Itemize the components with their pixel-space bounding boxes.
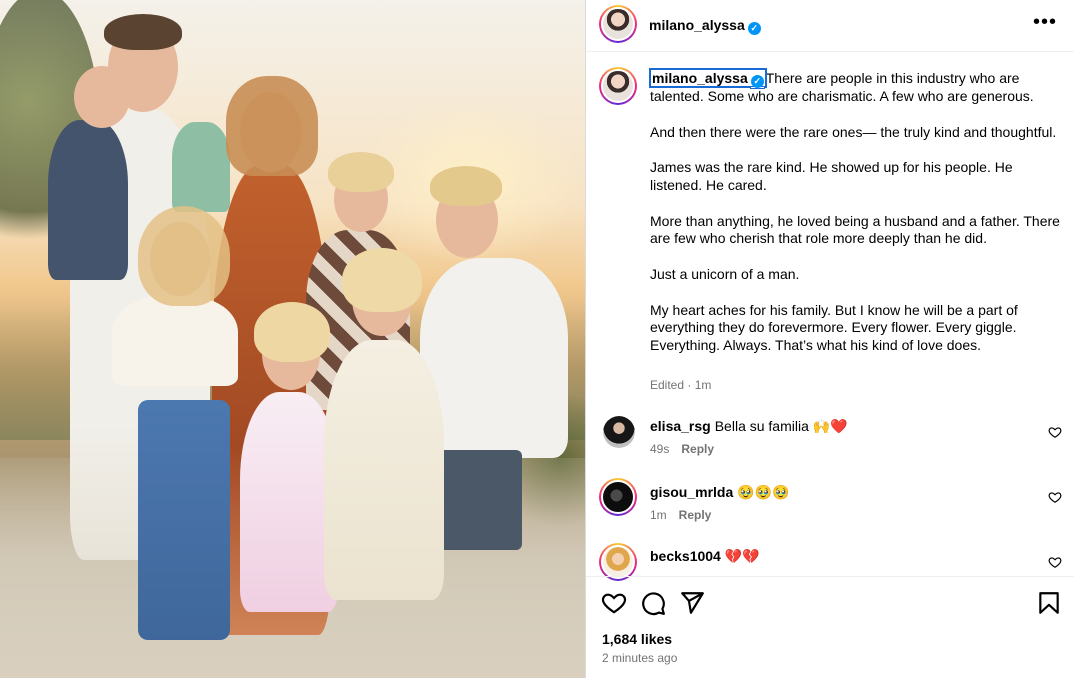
- comment-like-heart-icon[interactable]: [1048, 490, 1062, 504]
- post-sidebar: milano_alyssa ✓ ••• milano_alyssa ✓ There a…: [585, 0, 1074, 678]
- comment-username[interactable]: becks1004: [650, 548, 721, 564]
- hair-girl-argyle: [328, 152, 394, 192]
- author-username-text[interactable]: milano_alyssa: [649, 17, 745, 33]
- figure-girl-lace: [324, 340, 444, 600]
- likes-count[interactable]: 1,684 likes: [602, 631, 672, 647]
- hair-father: [104, 14, 182, 50]
- author-username[interactable]: milano_alyssa ✓: [649, 17, 761, 35]
- verified-badge-icon: ✓: [747, 22, 761, 35]
- more-options-icon[interactable]: •••: [1033, 12, 1057, 32]
- comment-like-heart-icon[interactable]: [1048, 555, 1062, 569]
- reply-button[interactable]: Reply: [681, 442, 714, 456]
- caption-paragraph: James was the rare kind. He showed up fo…: [650, 159, 1013, 193]
- caption-paragraph: Just a unicorn of a man.: [650, 265, 800, 282]
- post-header: milano_alyssa ✓ •••: [586, 0, 1074, 52]
- verified-badge-icon: ✓: [750, 75, 764, 88]
- hair-toddler-pink: [254, 302, 330, 362]
- author-avatar[interactable]: [599, 5, 637, 43]
- girl-left-jeans: [138, 400, 230, 640]
- figure-baby: [48, 120, 128, 280]
- caption-paragraph: My heart aches for his family. But I kno…: [650, 301, 1018, 354]
- post-caption: milano_alyssa ✓ There are people in this i…: [649, 68, 1060, 373]
- comment-time: 49s: [650, 442, 670, 456]
- scarf-green: [172, 122, 230, 212]
- hair-mother: [226, 76, 318, 176]
- comment-item: elisa_rsg Bella su familia 🙌❤️ 49s Reply: [586, 418, 1074, 478]
- post-photo[interactable]: [0, 0, 585, 678]
- comment-time: 1m: [650, 508, 667, 522]
- comment-item: becks1004 💔💔: [586, 548, 1074, 576]
- comment-item: gisou_mrlda 🥹🥹🥹 1m Reply: [586, 484, 1074, 544]
- comment-text: becks1004 💔💔: [650, 548, 760, 564]
- head-baby: [74, 66, 130, 128]
- comment-text: elisa_rsg Bella su familia 🙌❤️: [650, 418, 848, 434]
- comment-text: gisou_mrlda 🥹🥹🥹: [650, 484, 790, 500]
- post-actions: 1,684 likes 2 minutes ago: [586, 576, 1074, 678]
- comment-meta: 1m Reply: [650, 508, 711, 522]
- post-timestamp: 2 minutes ago: [602, 651, 678, 665]
- share-icon[interactable]: [679, 590, 705, 616]
- comment-meta: 49s Reply: [650, 442, 714, 456]
- caption-paragraph: And then there were the rare ones— the t…: [650, 123, 1057, 140]
- comment-icon[interactable]: [640, 590, 666, 616]
- hair-girl-left: [138, 206, 230, 306]
- comment-like-heart-icon[interactable]: [1048, 425, 1062, 439]
- bookmark-icon[interactable]: [1036, 590, 1062, 616]
- heart-icon[interactable]: [601, 590, 627, 616]
- figure-girl-left: [112, 296, 238, 386]
- hair-girl-lace: [342, 248, 422, 312]
- hair-boy: [430, 166, 502, 206]
- reply-button[interactable]: Reply: [679, 508, 712, 522]
- caption-edited-time: Edited · 1m: [650, 378, 712, 392]
- caption-paragraph: More than anything, he loved being a hus…: [650, 212, 1060, 247]
- comment-username[interactable]: gisou_mrlda: [650, 484, 733, 500]
- caption-username[interactable]: milano_alyssa ✓: [649, 68, 767, 88]
- comment-username[interactable]: elisa_rsg: [650, 418, 711, 434]
- caption-avatar[interactable]: [599, 67, 637, 105]
